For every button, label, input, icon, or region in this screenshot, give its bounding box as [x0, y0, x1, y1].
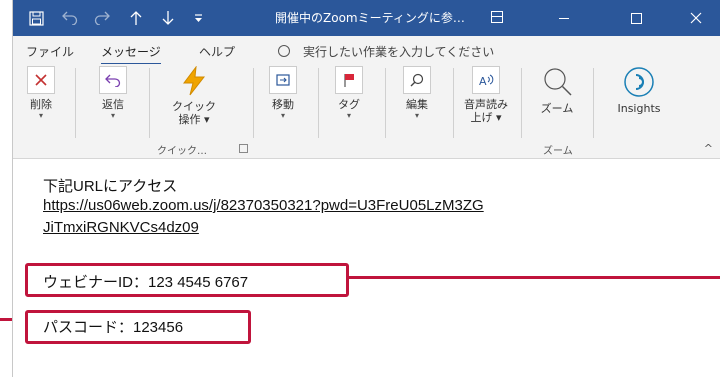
ribbon: 削除 ▾ 返信 ▾ クイック 操作 ▾ クイック… 移動 ▾ タグ ▾ 編集 ▾… [13, 64, 720, 159]
window-layout-icon[interactable] [491, 11, 503, 23]
move-label: 移動 [272, 98, 294, 111]
group-separator [521, 68, 522, 138]
move-icon [269, 66, 297, 94]
zoom-url-line2[interactable]: JiTmxiRGNKVCs4dz09 [43, 219, 199, 236]
title-bar: 開催中のZoomミーティングに参… [13, 0, 720, 36]
group-separator [385, 68, 386, 138]
move-button[interactable]: 移動 ▾ [263, 66, 303, 121]
group-separator [593, 68, 594, 138]
insights-label: Insights [617, 102, 661, 115]
passcode-highlight [25, 310, 251, 344]
group-separator [149, 68, 150, 138]
reply-icon [99, 66, 127, 94]
down-arrow-icon[interactable] [155, 0, 181, 36]
delete-label: 削除 [30, 98, 52, 111]
tag-label: タグ [338, 98, 360, 111]
redo-icon[interactable] [89, 0, 115, 36]
minimize-icon[interactable] [541, 0, 587, 36]
group-separator [253, 68, 254, 138]
delete-icon [27, 66, 55, 94]
read-aloud-button[interactable]: A 音声読み 上げ ▾ [461, 66, 511, 124]
tab-message[interactable]: メッセージ [101, 43, 161, 65]
edit-caret: ▾ [414, 111, 419, 120]
save-icon[interactable] [23, 0, 49, 36]
tab-file[interactable]: ファイル [26, 43, 74, 60]
edit-label: 編集 [406, 98, 428, 111]
read-aloud-label: 音声読み 上げ ▾ [464, 98, 508, 124]
group-separator [75, 68, 76, 138]
group-label-zoom: ズーム [543, 146, 573, 157]
maximize-icon[interactable] [613, 0, 659, 36]
insights-button[interactable]: Insights [607, 66, 671, 115]
tag-caret: ▾ [346, 111, 351, 120]
zoom-url-line1[interactable]: https://us06web.zoom.us/j/82370350321?pw… [43, 197, 484, 214]
search-icon [403, 66, 431, 94]
customize-dropdown-icon[interactable] [187, 0, 209, 36]
tab-help[interactable]: ヘルプ [199, 43, 235, 60]
edit-button[interactable]: 編集 ▾ [397, 66, 437, 121]
close-icon[interactable] [673, 0, 719, 36]
reply-caret: ▾ [110, 111, 115, 120]
screenshot-stage: 開催中のZoomミーティングに参… ファイル メッセージ ヘルプ 実行したい作業… [0, 0, 720, 377]
move-caret: ▾ [280, 111, 285, 120]
group-label-quick: クイック… [157, 146, 207, 157]
reply-label: 返信 [102, 98, 124, 111]
tag-button[interactable]: タグ ▾ [329, 66, 369, 121]
group-separator [453, 68, 454, 138]
outlook-message-window: 開催中のZoomミーティングに参… ファイル メッセージ ヘルプ 実行したい作業… [12, 0, 720, 377]
webinar-id-callout-connector [349, 276, 720, 279]
access-instruction: 下記URLにアクセス [43, 178, 178, 195]
zoom-label: ズーム [540, 102, 574, 115]
collapse-ribbon-icon[interactable]: ^ [704, 142, 713, 155]
dialog-launcher-icon[interactable] [239, 144, 248, 153]
group-separator [318, 68, 319, 138]
lightbulb-icon [278, 45, 290, 57]
window-title: 開催中のZoomミーティングに参… [275, 11, 465, 25]
lightning-icon [179, 66, 209, 96]
delete-button[interactable]: 削除 ▾ [21, 66, 61, 121]
zoom-button[interactable]: ズーム [535, 66, 579, 115]
magnifier-icon [541, 66, 573, 98]
ribbon-tabs: ファイル メッセージ ヘルプ 実行したい作業を入力してください [13, 36, 720, 65]
quick-steps-button[interactable]: クイック 操作 ▾ [163, 66, 225, 126]
reply-button[interactable]: 返信 ▾ [93, 66, 133, 121]
undo-icon[interactable] [57, 0, 83, 36]
quick-steps-label: クイック 操作 ▾ [172, 100, 216, 126]
insights-icon [623, 66, 655, 98]
flag-icon [335, 66, 363, 94]
svg-text:A: A [479, 75, 487, 87]
delete-caret: ▾ [38, 111, 43, 120]
webinar-id-highlight [25, 263, 349, 297]
read-aloud-icon: A [472, 66, 500, 94]
tell-me-search[interactable]: 実行したい作業を入力してください [303, 43, 494, 60]
up-arrow-icon[interactable] [123, 0, 149, 36]
